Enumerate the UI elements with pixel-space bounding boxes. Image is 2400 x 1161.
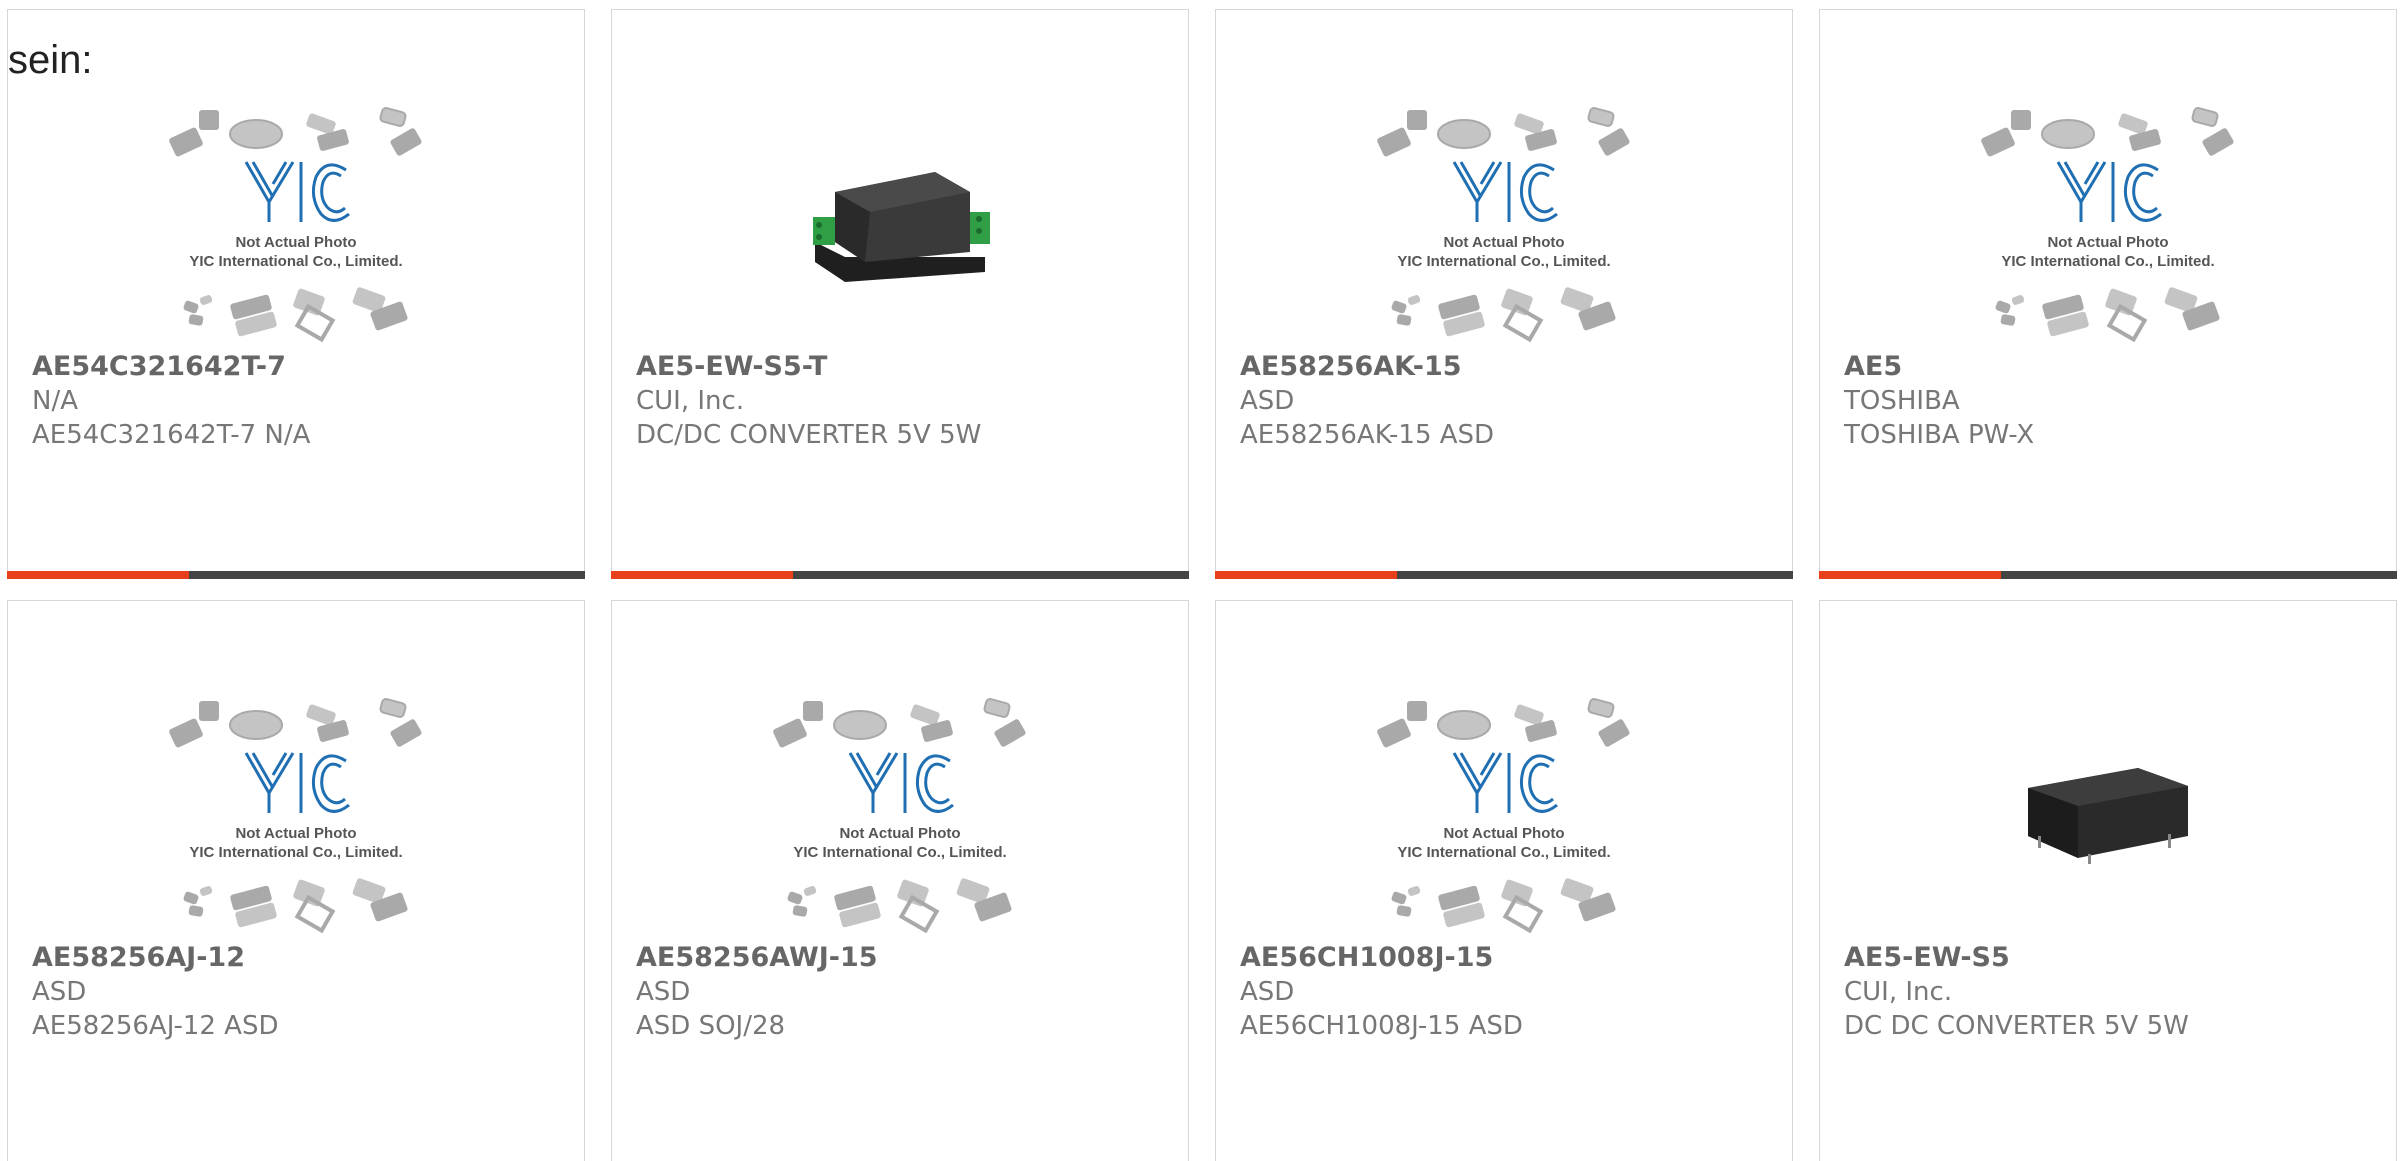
manufacturer: TOSHIBA <box>1844 386 1960 416</box>
product-card[interactable]: AE5-EW-S5-T CUI, Inc. DC/DC CONVERTER 5V… <box>611 9 1189 579</box>
product-card[interactable]: Not Actual Photo YIC International Co., L… <box>1215 9 1793 579</box>
part-number[interactable]: AE58256AK-15 <box>1240 350 1780 384</box>
bar-accent <box>7 571 189 579</box>
description: AE56CH1008J-15 ASD <box>1240 1011 1523 1041</box>
placeholder-line1: Not Actual Photo <box>1443 234 1564 251</box>
not-actual-photo-placeholder: Not Actual Photo YIC International Co., L… <box>169 698 422 933</box>
placeholder-line1: Not Actual Photo <box>235 234 356 251</box>
product-card[interactable]: Not Actual Photo YIC International Co., L… <box>1215 600 1793 1161</box>
placeholder-line2: YIC International Co., Limited. <box>1397 844 1610 861</box>
part-number[interactable]: AE58256AWJ-15 <box>636 941 1176 975</box>
description: TOSHIBA PW-X <box>1844 420 2035 450</box>
product-card[interactable]: Not Actual Photo YIC International Co., L… <box>611 600 1189 1161</box>
product-image: Not Actual Photo YIC International Co., L… <box>1216 92 1792 352</box>
description: DC/DC CONVERTER 5V 5W <box>636 420 982 450</box>
description: AE54C321642T-7 N/A <box>32 420 311 450</box>
not-actual-photo-placeholder: Not Actual Photo YIC International Co., L… <box>169 107 422 342</box>
placeholder-line2: YIC International Co., Limited. <box>2001 253 2214 270</box>
not-actual-photo-placeholder: Not Actual Photo YIC International Co., L… <box>1377 107 1630 342</box>
dc-dc-converter-image <box>2028 768 2188 864</box>
manufacturer: ASD <box>636 977 691 1007</box>
placeholder-line1: Not Actual Photo <box>235 825 356 842</box>
product-card[interactable]: Not Actual Photo YIC International Co., L… <box>7 600 585 1161</box>
product-image: Not Actual Photo YIC International Co., L… <box>8 683 584 943</box>
placeholder-line2: YIC International Co., Limited. <box>189 253 402 270</box>
part-number[interactable]: AE5 <box>1844 350 2384 384</box>
bar-accent <box>1819 571 2001 579</box>
card-bottom-bar <box>7 571 585 579</box>
placeholder-line1: Not Actual Photo <box>1443 825 1564 842</box>
product-image <box>1820 683 2396 943</box>
description: DC DC CONVERTER 5V 5W <box>1844 1011 2189 1041</box>
manufacturer: N/A <box>32 386 78 416</box>
product-image: Not Actual Photo YIC International Co., L… <box>612 683 1188 943</box>
placeholder-line1: Not Actual Photo <box>2047 234 2168 251</box>
part-number[interactable]: AE58256AJ-12 <box>32 941 572 975</box>
not-actual-photo-placeholder: Not Actual Photo YIC International Co., L… <box>773 698 1026 933</box>
not-actual-photo-placeholder: Not Actual Photo YIC International Co., L… <box>1981 107 2234 342</box>
card-bottom-bar <box>1819 571 2397 579</box>
part-number[interactable]: AE56CH1008J-15 <box>1240 941 1780 975</box>
product-card[interactable]: Not Actual Photo YIC International Co., L… <box>7 9 585 579</box>
placeholder-line2: YIC International Co., Limited. <box>793 844 1006 861</box>
description: ASD SOJ/28 <box>636 1011 786 1041</box>
card-bottom-bar <box>1215 571 1793 579</box>
not-actual-photo-placeholder: Not Actual Photo YIC International Co., L… <box>1377 698 1630 933</box>
product-image: Not Actual Photo YIC International Co., L… <box>1216 683 1792 943</box>
product-card[interactable]: Not Actual Photo YIC International Co., L… <box>1819 9 2397 579</box>
manufacturer: ASD <box>32 977 87 1007</box>
product-image: Not Actual Photo YIC International Co., L… <box>1820 92 2396 352</box>
placeholder-line2: YIC International Co., Limited. <box>1397 253 1610 270</box>
manufacturer: ASD <box>1240 386 1295 416</box>
lead-text: sein: <box>8 38 93 82</box>
part-number[interactable]: AE5-EW-S5 <box>1844 941 2384 975</box>
manufacturer: CUI, Inc. <box>636 386 745 416</box>
description: AE58256AJ-12 ASD <box>32 1011 279 1041</box>
placeholder-line2: YIC International Co., Limited. <box>189 844 402 861</box>
bar-accent <box>611 571 793 579</box>
product-image: Not Actual Photo YIC International Co., L… <box>8 92 584 352</box>
placeholder-line1: Not Actual Photo <box>839 825 960 842</box>
product-image <box>612 92 1188 352</box>
product-card[interactable]: AE5-EW-S5 CUI, Inc. DC DC CONVERTER 5V 5… <box>1819 600 2397 1161</box>
bar-accent <box>1215 571 1397 579</box>
part-number[interactable]: AE54C321642T-7 <box>32 350 572 384</box>
product-grid-page: sein: Not Actual Photo YIC International … <box>0 0 2400 1161</box>
manufacturer: ASD <box>1240 977 1295 1007</box>
description: AE58256AK-15 ASD <box>1240 420 1495 450</box>
manufacturer: CUI, Inc. <box>1844 977 1953 1007</box>
dc-dc-converter-image <box>813 172 990 282</box>
part-number[interactable]: AE5-EW-S5-T <box>636 350 1176 384</box>
card-bottom-bar <box>611 571 1189 579</box>
